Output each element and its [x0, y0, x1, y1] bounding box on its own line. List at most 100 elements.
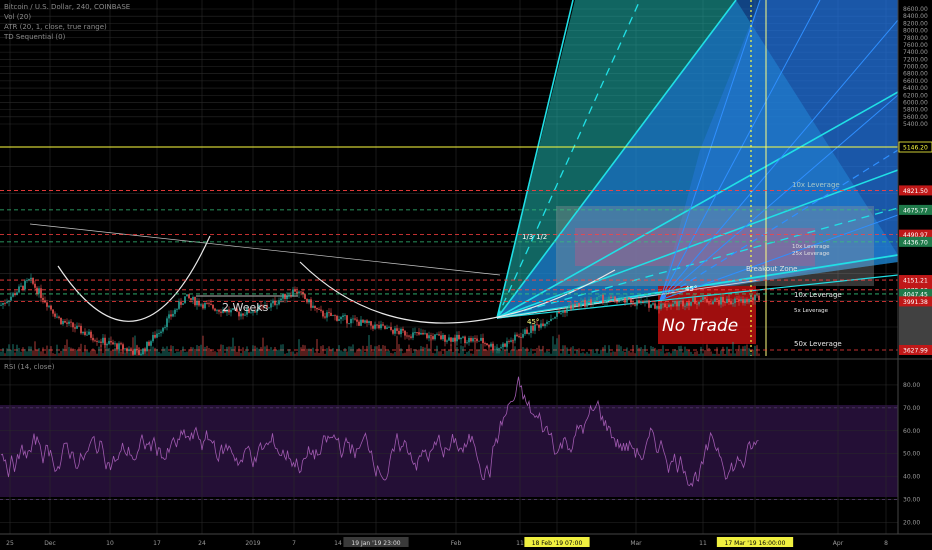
candle-body: [526, 329, 528, 334]
leverage-10x-small: 10x Leverage: [792, 244, 830, 250]
volume-bar: [18, 347, 20, 356]
volume-bar: [486, 350, 488, 356]
volume-bar: [302, 344, 304, 356]
volume-bar: [0, 351, 2, 356]
volume-bar: [136, 344, 138, 356]
volume-bar: [30, 346, 32, 356]
candle-body: [708, 302, 710, 304]
candle-body: [180, 301, 182, 305]
candle-body: [640, 301, 642, 304]
volume-bar: [746, 344, 748, 356]
chart-svg[interactable]: 5400.005600.005800.006000.006200.006400.…: [0, 0, 932, 550]
volume-bar: [578, 348, 580, 356]
volume-bar: [270, 347, 272, 356]
candle-body: [358, 321, 360, 326]
candle-body: [12, 293, 14, 297]
volume-bar: [180, 350, 182, 356]
price-axis[interactable]: 5400.005600.005800.006000.006200.006400.…: [898, 6, 932, 355]
candle-body: [88, 331, 90, 335]
candle-body: [598, 296, 600, 298]
volume-bar: [100, 344, 102, 356]
rsi-tick-label: 70.00: [903, 405, 920, 412]
volume-bar: [94, 350, 96, 356]
candle-body: [722, 297, 724, 303]
volume-bar: [336, 348, 338, 356]
candle-body: [154, 334, 156, 338]
candle-body: [592, 301, 594, 304]
candle-body: [472, 338, 474, 342]
candle-body: [552, 318, 554, 320]
volume-bar: [318, 352, 320, 356]
candle-body: [108, 341, 110, 344]
candle-body: [742, 299, 744, 304]
candle-body: [684, 305, 686, 307]
candle-body: [378, 324, 380, 329]
volume-bar: [268, 351, 270, 356]
time-axis[interactable]: 25 Dec 10 17 24 2019 7 14 19 Jan '19 23:00 Feb 11 1…: [6, 537, 888, 547]
candle-body: [510, 340, 512, 342]
candle-body: [40, 288, 42, 298]
volume-bar: [538, 345, 540, 356]
candle-body: [104, 337, 106, 345]
candle-body: [504, 343, 506, 347]
candle-body: [666, 307, 668, 308]
volume-bar: [260, 347, 262, 356]
legend-td-sequential[interactable]: TD Sequential (0): [4, 33, 65, 41]
candle-body: [384, 325, 386, 329]
candle-body: [186, 294, 188, 297]
volume-bar: [588, 353, 590, 356]
volume-bar: [508, 352, 510, 356]
legend-volume[interactable]: Vol (20): [4, 13, 31, 21]
candle-body: [432, 336, 434, 340]
volume-bar: [426, 344, 428, 356]
volume-bar: [126, 348, 128, 356]
volume-bar: [398, 344, 400, 356]
candle-body: [724, 302, 726, 303]
candle-body: [112, 342, 114, 345]
candle-body: [380, 324, 382, 329]
volume-bar: [560, 353, 562, 356]
volume-bar: [16, 344, 18, 356]
volume-bar: [472, 353, 474, 356]
price-level-label: 4151.21: [903, 278, 928, 285]
rsi-axis[interactable]: 20.00 30.00 40.00 50.00 60.00 70.00 80.00: [903, 382, 920, 527]
volume-bar: [622, 351, 624, 356]
legend-rsi[interactable]: RSI (14, close): [4, 363, 54, 371]
volume-bar: [58, 353, 60, 356]
candle-body: [182, 303, 184, 305]
candle-body: [110, 341, 112, 343]
candle-body: [726, 298, 728, 303]
candle-body: [276, 304, 278, 306]
candle-body: [84, 331, 86, 335]
chart-root[interactable]: 5400.00 5600.00 5800.00 6000.00 6200.00 6400.…: [0, 0, 932, 550]
volume-bar: [480, 343, 482, 356]
volume-bar: [190, 346, 192, 356]
candle-body: [150, 341, 152, 346]
volume-bar: [194, 348, 196, 356]
candle-body: [400, 328, 402, 335]
volume-bar: [750, 352, 752, 356]
volume-bar: [296, 352, 298, 356]
candle-body: [82, 331, 84, 334]
price-tick-label: 8000.00: [903, 28, 928, 35]
candle-body: [600, 295, 602, 297]
candle-body: [398, 330, 400, 335]
candle-body: [420, 332, 422, 335]
volume-bar: [68, 346, 70, 356]
candle-body: [694, 297, 696, 304]
volume-bar: [288, 349, 290, 356]
volume-bar: [86, 350, 88, 356]
volume-bar: [304, 345, 306, 356]
volume-bar: [70, 347, 72, 356]
volume-bar: [354, 352, 356, 356]
legend-atr[interactable]: ATR (20, 1, close, true range): [4, 23, 107, 31]
volume-bar: [500, 350, 502, 356]
candle-body: [646, 300, 648, 302]
candle-body: [24, 280, 26, 290]
volume-bar: [90, 350, 92, 356]
legend-symbol[interactable]: Bitcoin / U.S. Dollar, 240, COINBASE: [4, 3, 130, 11]
volume-bar: [432, 352, 434, 356]
candle-body: [606, 299, 608, 301]
volume-bar: [710, 351, 712, 356]
volume-bar: [98, 346, 100, 356]
